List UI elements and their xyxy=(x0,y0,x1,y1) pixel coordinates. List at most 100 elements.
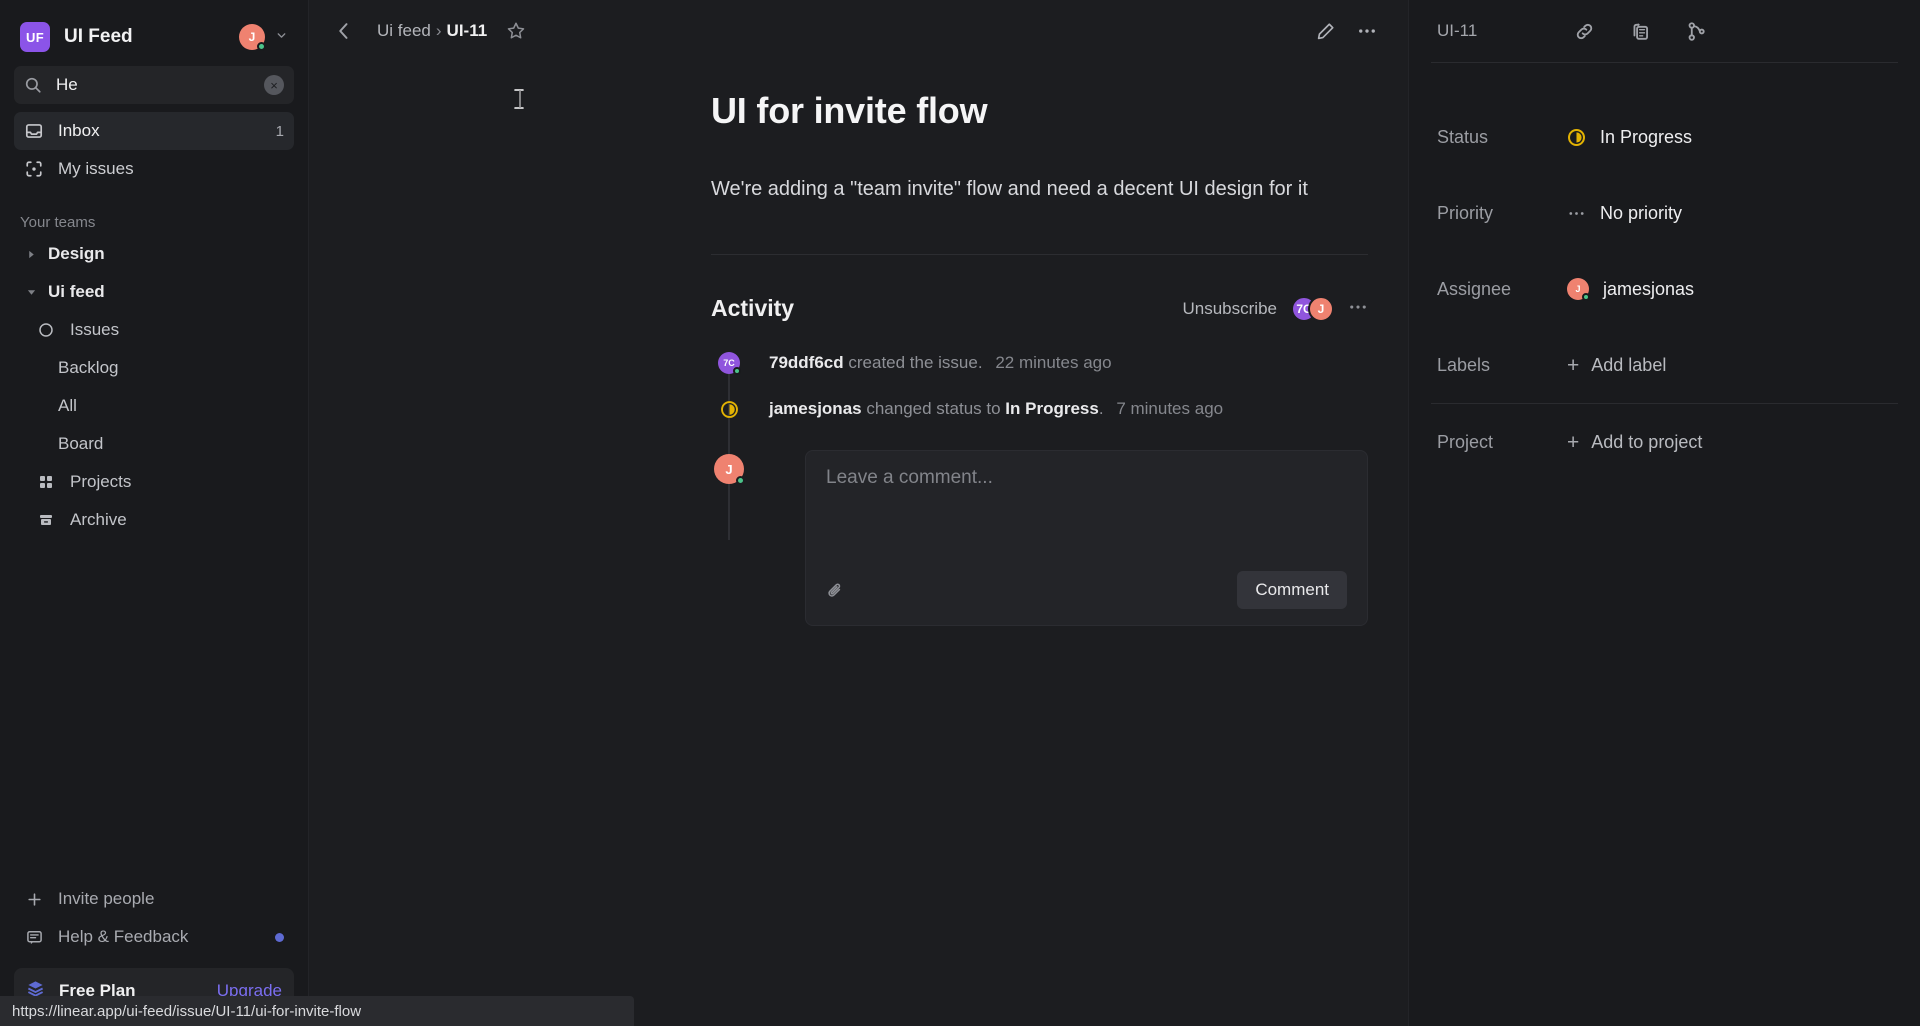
event-badge: 7C xyxy=(711,352,747,375)
online-status-dot xyxy=(733,367,741,375)
property-label: Status xyxy=(1437,126,1489,147)
workspace-switcher[interactable]: UF UI Feed J xyxy=(14,14,294,60)
online-status-dot xyxy=(1582,293,1590,301)
inbox-count: 1 xyxy=(275,122,284,140)
chevron-right-icon[interactable] xyxy=(22,250,40,259)
sidebar-item-my-issues[interactable]: My issues xyxy=(14,150,294,188)
avatar-initial: J xyxy=(1575,284,1581,294)
sidebar-item-issues-label: Issues xyxy=(70,320,120,339)
sidebar-team-design[interactable]: Design xyxy=(14,235,294,273)
event-actor[interactable]: 79ddf6cd xyxy=(769,353,844,372)
help-feedback-label: Help & Feedback xyxy=(58,927,189,946)
event-time: 7 minutes ago xyxy=(1116,399,1224,418)
clear-search-button[interactable]: × xyxy=(264,75,284,95)
avatar[interactable]: J xyxy=(714,454,745,485)
star-icon[interactable] xyxy=(499,14,533,48)
avatar[interactable]: 7C xyxy=(718,352,741,375)
user-avatar[interactable]: J xyxy=(239,24,266,51)
ellipsis-icon[interactable] xyxy=(1350,14,1384,48)
activity-actions: Unsubscribe 7C J xyxy=(1183,295,1369,322)
sidebar-item-archive[interactable]: Archive xyxy=(14,501,294,539)
chevron-down-icon[interactable] xyxy=(22,288,40,297)
invite-people-label: Invite people xyxy=(58,889,155,908)
breadcrumb-separator: › xyxy=(435,21,442,40)
comment-composer-row: J Leave a comment... Comment xyxy=(711,440,1368,626)
subscriber-avatars[interactable]: 7C J xyxy=(1291,295,1334,322)
event-status: In Progress xyxy=(1005,399,1099,418)
projects-icon xyxy=(36,474,56,490)
breadcrumb[interactable]: Ui feed › UI-11 xyxy=(377,21,487,41)
issue-description[interactable]: We're adding a "team invite" flow and ne… xyxy=(711,174,1368,204)
issue-id-label: UI-11 xyxy=(1437,21,1478,40)
app-root: UF UI Feed J He × Inbox 1 My issues Your… xyxy=(0,0,1920,1026)
workspace-logo: UF xyxy=(20,22,50,52)
status-bar-url: https://linear.app/ui-feed/issue/UI-11/u… xyxy=(0,996,634,1026)
event-actor[interactable]: jamesjonas xyxy=(769,399,862,418)
sidebar-item-my-issues-label: My issues xyxy=(58,159,134,178)
property-row-assignee: Assignee J jamesjonas xyxy=(1437,251,1892,327)
paperclip-icon[interactable] xyxy=(826,581,845,600)
search-input[interactable]: He xyxy=(56,75,264,95)
page-title[interactable]: UI for invite flow xyxy=(711,90,1368,132)
left-sidebar: UF UI Feed J He × Inbox 1 My issues Your… xyxy=(0,0,308,1026)
properties-header-icons xyxy=(1567,14,1713,48)
priority-value[interactable]: No priority xyxy=(1567,203,1682,224)
branch-icon[interactable] xyxy=(1679,14,1713,48)
sidebar-item-all-label: All xyxy=(58,396,77,415)
add-label-text: Add label xyxy=(1591,354,1667,375)
assignee-avatar-wrap: J xyxy=(1567,278,1590,301)
sidebar-item-board[interactable]: Board xyxy=(14,425,294,463)
issue-document: UI for invite flow We're adding a "team … xyxy=(711,90,1408,626)
avatar[interactable]: J xyxy=(1308,295,1334,322)
sidebar-item-all[interactable]: All xyxy=(14,387,294,425)
chevron-down-icon[interactable] xyxy=(275,29,288,45)
sidebar-item-issues[interactable]: Issues xyxy=(14,311,294,349)
event-action: changed status to xyxy=(866,399,1001,418)
status-value[interactable]: In Progress xyxy=(1567,127,1692,148)
activity-title: Activity xyxy=(711,295,795,321)
help-feedback-button[interactable]: Help & Feedback xyxy=(14,918,294,956)
avatar-initial: J xyxy=(1317,301,1325,316)
issue-properties-panel: UI-11 Status In Progress Priority No pri… xyxy=(1408,0,1920,1026)
property-label: Project xyxy=(1437,431,1494,452)
sidebar-team-ui-feed[interactable]: Ui feed xyxy=(14,273,294,311)
in-progress-icon xyxy=(718,398,740,420)
search-box[interactable]: He × xyxy=(14,66,294,104)
add-label-button[interactable]: + Add label xyxy=(1567,355,1666,376)
avatar-initial: 7C xyxy=(723,358,735,368)
event-time: 22 minutes ago xyxy=(995,353,1112,372)
priority-text: No priority xyxy=(1600,202,1683,223)
teams-section-title: Your teams xyxy=(20,214,96,231)
composer-avatar-wrap: J xyxy=(711,440,747,485)
sidebar-item-board-label: Board xyxy=(58,434,104,453)
comment-submit-button[interactable]: Comment xyxy=(1237,571,1347,609)
back-button[interactable] xyxy=(327,14,361,48)
text-cursor-icon xyxy=(513,88,527,110)
ellipsis-icon[interactable] xyxy=(1348,297,1368,321)
topbar-actions xyxy=(1308,14,1384,48)
activity-event: 7C 79ddf6cd created the issue. 22 minute… xyxy=(711,340,1368,386)
workspace-name: UI Feed xyxy=(64,26,133,47)
link-icon[interactable] xyxy=(1567,14,1601,48)
online-status-dot xyxy=(736,476,745,485)
breadcrumb-team[interactable]: Ui feed xyxy=(377,21,431,40)
activity-event: jamesjonas changed status to In Progress… xyxy=(711,386,1368,432)
invite-people-button[interactable]: Invite people xyxy=(14,880,294,918)
assignee-value[interactable]: J jamesjonas xyxy=(1567,278,1694,301)
property-row-priority: Priority No priority xyxy=(1437,175,1892,251)
circle-icon xyxy=(36,322,56,338)
sidebar-item-projects[interactable]: Projects xyxy=(14,463,294,501)
unsubscribe-button[interactable]: Unsubscribe xyxy=(1183,299,1278,319)
add-to-project-button[interactable]: + Add to project xyxy=(1567,432,1702,453)
pencil-icon[interactable] xyxy=(1308,14,1342,48)
event-text: 79ddf6cd created the issue. 22 minutes a… xyxy=(769,352,1112,373)
topbar: Ui feed › UI-11 xyxy=(309,0,1408,62)
sidebar-item-backlog[interactable]: Backlog xyxy=(14,349,294,387)
breadcrumb-issue-id[interactable]: UI-11 xyxy=(447,21,488,40)
comment-composer[interactable]: Leave a comment... Comment xyxy=(805,450,1368,626)
comment-input[interactable]: Leave a comment... xyxy=(826,467,1347,489)
copy-icon[interactable] xyxy=(1623,14,1657,48)
sidebar-item-inbox[interactable]: Inbox 1 xyxy=(14,112,294,150)
property-label: Priority xyxy=(1437,202,1494,223)
